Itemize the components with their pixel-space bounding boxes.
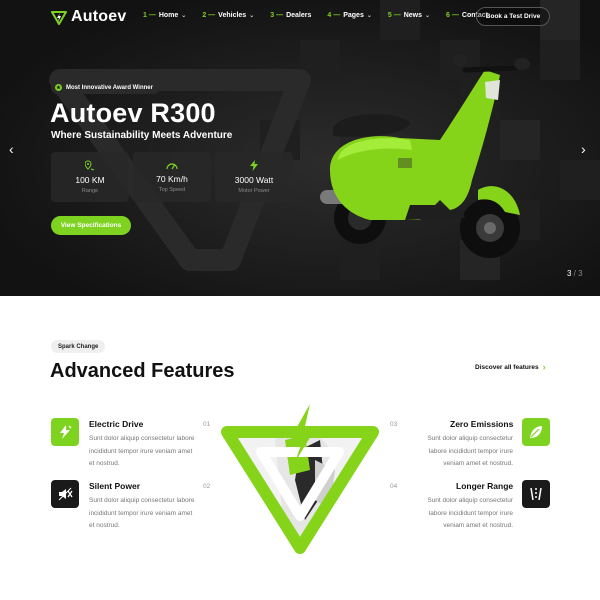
electric-bolt-icon (51, 418, 79, 446)
feature-number: 01 (203, 421, 211, 428)
features-title: Advanced Features (50, 360, 235, 382)
nav-item-news[interactable]: 5 — News ⌄ (388, 12, 430, 19)
view-specifications-button[interactable]: View Specifications (51, 216, 131, 235)
feature-number: 03 (390, 421, 398, 428)
slide-counter: 3 / 3 (567, 269, 583, 278)
chevron-right-icon: › (581, 141, 586, 157)
logo-icon (51, 10, 67, 25)
nav-item-home[interactable]: 1 — Home ⌄ (143, 12, 186, 19)
award-badge: ★ Most Innovative Award Winner (51, 81, 160, 94)
chevron-down-icon: ⌄ (181, 13, 187, 19)
feature-title-electric-drive: Electric Drive (89, 419, 144, 429)
top-navigation: Autoev 1 — Home ⌄ 2 — Vehicles ⌄ 3 — Dealers … (0, 0, 600, 34)
nav-item-vehicles[interactable]: 2 — Vehicles ⌄ (202, 12, 254, 19)
stat-card-motor-power: 3000 Watt Motor Power (215, 152, 293, 202)
discover-features-link[interactable]: Discover all features › (475, 362, 546, 372)
feature-title-silent-power: Silent Power (89, 481, 141, 491)
hero-subtitle: Where Sustainability Meets Adventure (51, 130, 233, 141)
hero-title: Autoev R300 (50, 98, 216, 128)
brand-name: Autoev (71, 8, 127, 25)
section-tag: Spark Change (51, 340, 106, 353)
stat-card-range: 100 KM Range (51, 152, 129, 202)
book-test-drive-button[interactable]: Book a Test Drive (476, 7, 550, 26)
chevron-left-icon: ‹ (9, 141, 14, 157)
chevron-down-icon: ⌄ (249, 13, 255, 19)
feature-desc-silent-power: Sunt dolor aliquip consectetur labore in… (89, 497, 195, 529)
chevron-right-icon: › (542, 362, 546, 372)
feature-desc-longer-range: Sunt dolor aliquip consectetur labore in… (427, 497, 513, 529)
slider-next-button[interactable]: › (581, 141, 586, 157)
brand-logo[interactable]: Autoev (51, 8, 126, 26)
lightning-icon (250, 160, 258, 171)
scooter-image (320, 54, 530, 258)
feature-center-image (221, 404, 379, 554)
feature-number: 02 (203, 483, 211, 490)
award-icon: ★ (55, 84, 62, 91)
chevron-down-icon: ⌄ (425, 13, 431, 19)
feature-title-zero-emissions: Zero Emissions (450, 419, 514, 429)
speedometer-icon (166, 163, 178, 170)
stat-card-top-speed: 70 Km/h Top Speed (133, 152, 211, 202)
slider-prev-button[interactable]: ‹ (9, 141, 14, 157)
chevron-down-icon: ⌄ (366, 13, 372, 19)
main-menu: 1 — Home ⌄ 2 — Vehicles ⌄ 3 — Dealers 4 — Page… (143, 12, 504, 19)
feature-number: 04 (390, 483, 398, 490)
nav-item-pages[interactable]: 4 — Pages ⌄ (327, 12, 372, 19)
feature-desc-electric-drive: Sunt dolor aliquip consectetur labore in… (89, 435, 195, 467)
hero-stats: 100 KM Range 70 Km/h Top Speed 3000 Watt… (51, 152, 293, 202)
hero-slider: Autoev 1 — Home ⌄ 2 — Vehicles ⌄ 3 — Dealers … (0, 0, 600, 296)
road-icon (522, 480, 550, 508)
feature-desc-zero-emissions: Sunt dolor aliquip consectetur labore in… (427, 435, 513, 467)
nav-item-dealers[interactable]: 3 — Dealers (270, 12, 311, 19)
feature-title-longer-range: Longer Range (456, 481, 514, 491)
location-pin-icon (85, 160, 95, 171)
mute-speaker-icon (51, 480, 79, 508)
leaf-icon (522, 418, 550, 446)
